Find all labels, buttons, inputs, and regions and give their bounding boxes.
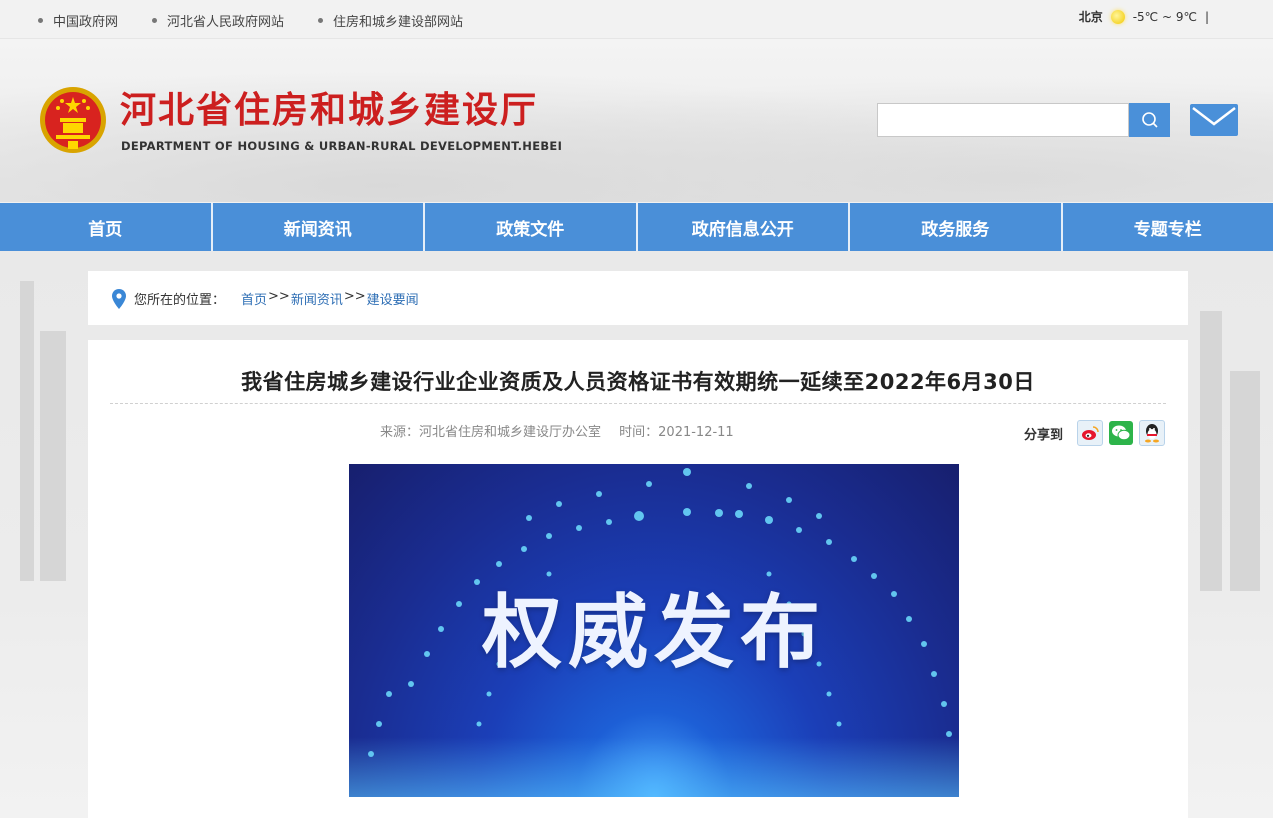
breadcrumb-separator: >> bbox=[343, 289, 366, 304]
share-label: 分享到 bbox=[1024, 427, 1064, 443]
nav-item-services[interactable]: 政务服务 bbox=[850, 203, 1063, 251]
article-source: 来源：河北省住房和城乡建设厅办公室 bbox=[380, 425, 602, 440]
qq-icon[interactable] bbox=[1139, 420, 1166, 446]
search-icon bbox=[1141, 112, 1158, 128]
nav-item-topics[interactable]: 专题专栏 bbox=[1063, 203, 1273, 251]
weather-widget: 北京 -5℃ ~ 9℃ | bbox=[1079, 8, 1209, 25]
mail-icon bbox=[1192, 107, 1236, 126]
article-time: 时间：2021-12-11 bbox=[619, 425, 734, 440]
weather-divider: | bbox=[1204, 9, 1209, 24]
banner-glow bbox=[349, 737, 959, 797]
main-nav: 首页 新闻资讯 政策文件 政府信息公开 政务服务 专题专栏 bbox=[0, 203, 1273, 251]
weather-city: 北京 bbox=[1078, 10, 1103, 24]
link-label: 河北省人民政府网站 bbox=[167, 15, 285, 30]
skyline-tower bbox=[1230, 371, 1260, 591]
title-divider bbox=[110, 403, 1166, 404]
article-panel: 我省住房城乡建设行业企业资质及人员资格证书有效期统一延续至2022年6月30日 … bbox=[88, 340, 1188, 818]
top-utility-bar: 中国政府网 河北省人民政府网站 住房和城乡建设部网站 北京 -5℃ ~ 9℃ | bbox=[0, 0, 1273, 39]
breadcrumb-construction[interactable]: 建设要闻 bbox=[367, 289, 419, 308]
link-mohurd[interactable]: 住房和城乡建设部网站 bbox=[318, 11, 463, 30]
external-links: 中国政府网 河北省人民政府网站 住房和城乡建设部网站 bbox=[38, 11, 463, 30]
nav-item-home[interactable]: 首页 bbox=[0, 203, 213, 251]
breadcrumb-label: 您所在的位置： bbox=[134, 293, 226, 308]
link-label: 住房和城乡建设部网站 bbox=[333, 15, 464, 30]
search-input[interactable] bbox=[877, 103, 1129, 137]
share-bar: 分享到 bbox=[1024, 420, 1166, 446]
bullet-icon bbox=[318, 18, 324, 23]
nav-item-disclosure[interactable]: 政府信息公开 bbox=[638, 203, 850, 251]
weather-temp: -5℃ ~ 9℃ bbox=[1132, 9, 1197, 24]
article-title: 我省住房城乡建设行业企业资质及人员资格证书有效期统一延续至2022年6月30日 bbox=[241, 370, 1035, 394]
breadcrumb-trail: 您所在的位置： 首页 >> 新闻资讯 >> 建设要闻 bbox=[134, 289, 419, 308]
bullet-icon bbox=[38, 18, 43, 23]
wechat-icon[interactable] bbox=[1109, 421, 1134, 445]
breadcrumb-news[interactable]: 新闻资讯 bbox=[291, 289, 343, 308]
search-button[interactable] bbox=[1129, 103, 1170, 137]
site-subtitle: DEPARTMENT OF HOUSING & URBAN-RURAL DEVE… bbox=[121, 139, 563, 153]
site-header: 河北省住房和城乡建设厅 DEPARTMENT OF HOUSING & URBA… bbox=[0, 39, 1273, 202]
mail-button[interactable] bbox=[1190, 104, 1238, 136]
sun-icon bbox=[1110, 9, 1125, 24]
article-meta: 来源：河北省住房和城乡建设厅办公室 时间：2021-12-11 bbox=[380, 421, 748, 440]
breadcrumb-separator: >> bbox=[268, 289, 290, 304]
site-title: 河北省住房和城乡建设厅 bbox=[120, 90, 539, 131]
nav-item-news[interactable]: 新闻资讯 bbox=[213, 203, 425, 251]
breadcrumb-home[interactable]: 首页 bbox=[241, 289, 267, 308]
nav-item-policy[interactable]: 政策文件 bbox=[425, 203, 638, 251]
location-pin-icon bbox=[112, 289, 126, 309]
article-banner-image: 权威发布 bbox=[349, 464, 959, 797]
emblem-icon bbox=[40, 87, 106, 153]
banner-headline: 权威发布 bbox=[482, 586, 826, 679]
bullet-icon bbox=[152, 18, 158, 23]
breadcrumb: 您所在的位置： 首页 >> 新闻资讯 >> 建设要闻 bbox=[88, 271, 1188, 325]
link-label: 中国政府网 bbox=[53, 15, 119, 30]
skyline-tower bbox=[1200, 311, 1222, 591]
skyline-tower bbox=[20, 281, 34, 581]
weibo-icon[interactable] bbox=[1077, 420, 1104, 446]
skyline-tower bbox=[40, 331, 66, 581]
link-hebei-gov[interactable]: 河北省人民政府网站 bbox=[152, 11, 284, 30]
link-gov-cn[interactable]: 中国政府网 bbox=[38, 11, 118, 30]
